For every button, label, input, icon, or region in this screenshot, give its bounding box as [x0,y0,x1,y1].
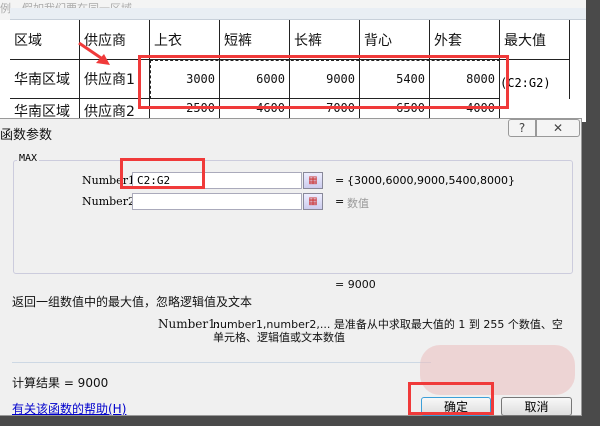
column-header-bar [10,8,586,20]
help-button[interactable]: ? [508,119,536,137]
red-arrow-icon [78,41,110,65]
range-select-icon[interactable]: ▦ [303,193,323,210]
header-cell[interactable]: 短裤 [220,20,290,60]
header-cell[interactable]: 上衣 [150,20,220,60]
equals-sign: = [335,174,345,187]
divider [12,362,431,363]
number2-result: 数值 [347,197,369,210]
function-name: MAX [17,153,40,164]
number1-result: {3000,6000,9000,5400,8000} [347,174,515,187]
function-description: 返回一组数值中的最大值，忽略逻辑值及文本 [12,295,253,309]
close-button[interactable]: ✕ [536,119,580,137]
header-cell[interactable]: 背心 [360,20,430,60]
header-cell[interactable]: 长裤 [290,20,360,60]
equals-sign: = [335,195,345,208]
highlight-box [138,55,509,109]
header-cell[interactable]: 最大值 [500,20,570,60]
cancel-button[interactable]: 取消 [501,397,572,416]
formula-result: = 9000 [335,278,376,291]
highlight-box [120,158,205,189]
dialog-title: 函数参数 [0,128,53,143]
arg-help-label: Number1: [158,317,220,331]
cell[interactable]: 华南区域 [10,60,80,99]
calculation-result: 计算结果 = 9000 [12,376,109,390]
header-cell[interactable]: 区域 [10,20,80,60]
arg-help-line2: 单元格、逻辑值或文本数值 [213,331,345,344]
number2-input[interactable] [132,193,302,210]
range-select-icon[interactable]: ▦ [303,172,323,189]
help-link[interactable]: 有关该函数的帮助(H) [12,400,126,417]
header-cell[interactable]: 外套 [430,20,500,60]
number2-label: Number2 [82,195,135,208]
highlight-box [408,382,494,415]
